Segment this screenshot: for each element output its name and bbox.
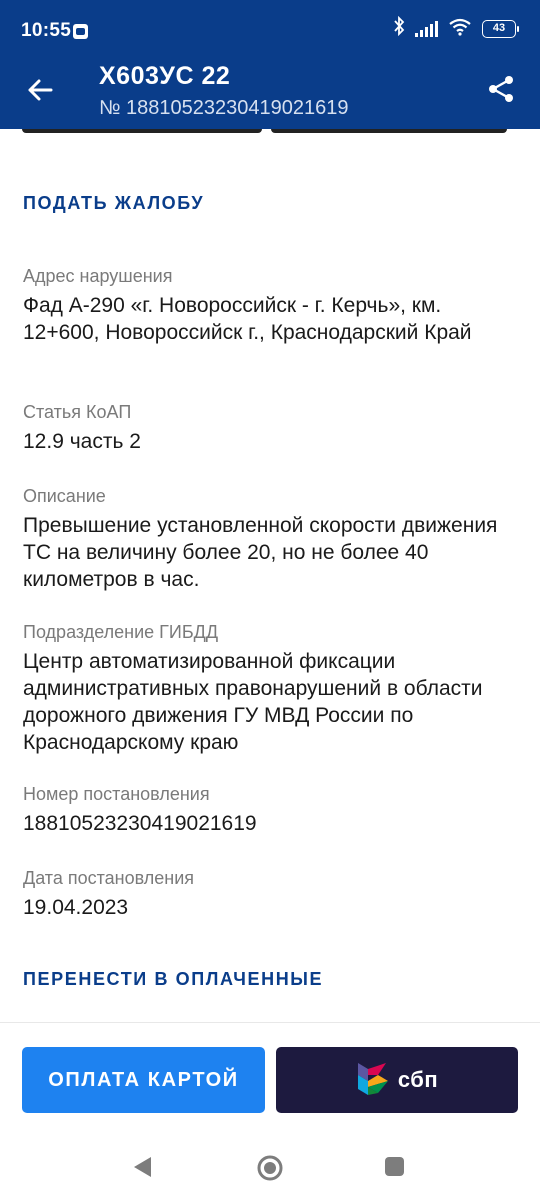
battery-icon: 43 bbox=[482, 20, 519, 38]
system-nav-bar bbox=[0, 1130, 540, 1200]
detail-label: Номер постановления bbox=[23, 784, 210, 804]
divider bbox=[0, 1022, 540, 1023]
detail-label: Описание bbox=[23, 486, 106, 506]
notification-icon bbox=[73, 24, 88, 39]
sbp-label: сбп bbox=[397, 1067, 439, 1092]
detail-label: Адрес нарушения bbox=[23, 266, 173, 286]
detail-value: 18810523230419021619 bbox=[23, 812, 257, 835]
bluetooth-icon bbox=[393, 15, 405, 43]
photo-thumbnail-right[interactable] bbox=[271, 129, 507, 133]
detail-value: Превышение установленной скорости движен… bbox=[23, 514, 498, 591]
app-screen: 10:55 43 Х603УС 22 № 1881052323041902161… bbox=[0, 0, 540, 1200]
detail-gibdd-unit: Подразделение ГИБДД Центр автоматизирова… bbox=[23, 620, 513, 756]
status-icons: 43 bbox=[393, 15, 519, 43]
nav-recents-icon[interactable] bbox=[385, 1157, 404, 1176]
detail-label: Подразделение ГИБДД bbox=[23, 622, 219, 642]
page-subtitle: № 18810523230419021619 bbox=[99, 97, 349, 119]
detail-value: 12.9 часть 2 bbox=[23, 430, 141, 453]
detail-label: Статья КоАП bbox=[23, 402, 132, 422]
share-icon[interactable] bbox=[486, 74, 516, 104]
detail-value: Фад А-290 «г. Новороссийск - г. Керчь», … bbox=[23, 294, 472, 344]
detail-value: 19.04.2023 bbox=[23, 896, 129, 919]
pay-by-sbp-button[interactable]: сбп bbox=[276, 1047, 518, 1113]
wifi-icon bbox=[448, 18, 472, 41]
move-to-paid-link[interactable]: ПЕРЕНЕСТИ В ОПЛАЧЕННЫЕ bbox=[23, 969, 323, 990]
status-bar: 10:55 43 bbox=[0, 0, 540, 60]
signal-icon bbox=[415, 21, 438, 37]
file-complaint-link[interactable]: ПОДАТЬ ЖАЛОБУ bbox=[23, 193, 204, 214]
nav-back-icon[interactable] bbox=[131, 1155, 153, 1184]
top-bar: 10:55 43 Х603УС 22 № 1881052323041902161… bbox=[0, 0, 540, 129]
nav-home-icon[interactable] bbox=[256, 1154, 284, 1187]
detail-label: Дата постановления bbox=[23, 868, 195, 888]
detail-resolution-number: Номер постановления 18810523230419021619 bbox=[23, 782, 513, 837]
sbp-logo-icon bbox=[356, 1061, 390, 1100]
app-bar: Х603УС 22 № 18810523230419021619 bbox=[0, 60, 540, 129]
detail-violation-address: Адрес нарушения Фад А-290 «г. Новороссий… bbox=[23, 264, 513, 346]
arrow-left-icon[interactable] bbox=[24, 74, 56, 106]
page-title: Х603УС 22 bbox=[99, 62, 231, 90]
detail-description: Описание Превышение установленной скорос… bbox=[23, 484, 513, 593]
pay-by-card-button[interactable]: ОПЛАТА КАРТОЙ bbox=[22, 1047, 265, 1113]
status-time: 10:55 bbox=[21, 20, 72, 41]
detail-resolution-date: Дата постановления 19.04.2023 bbox=[23, 866, 513, 921]
detail-value: Центр автоматизированной фиксации админи… bbox=[23, 650, 483, 754]
photo-thumbnail-left[interactable] bbox=[22, 129, 262, 133]
detail-koap-article: Статья КоАП 12.9 часть 2 bbox=[23, 400, 513, 455]
